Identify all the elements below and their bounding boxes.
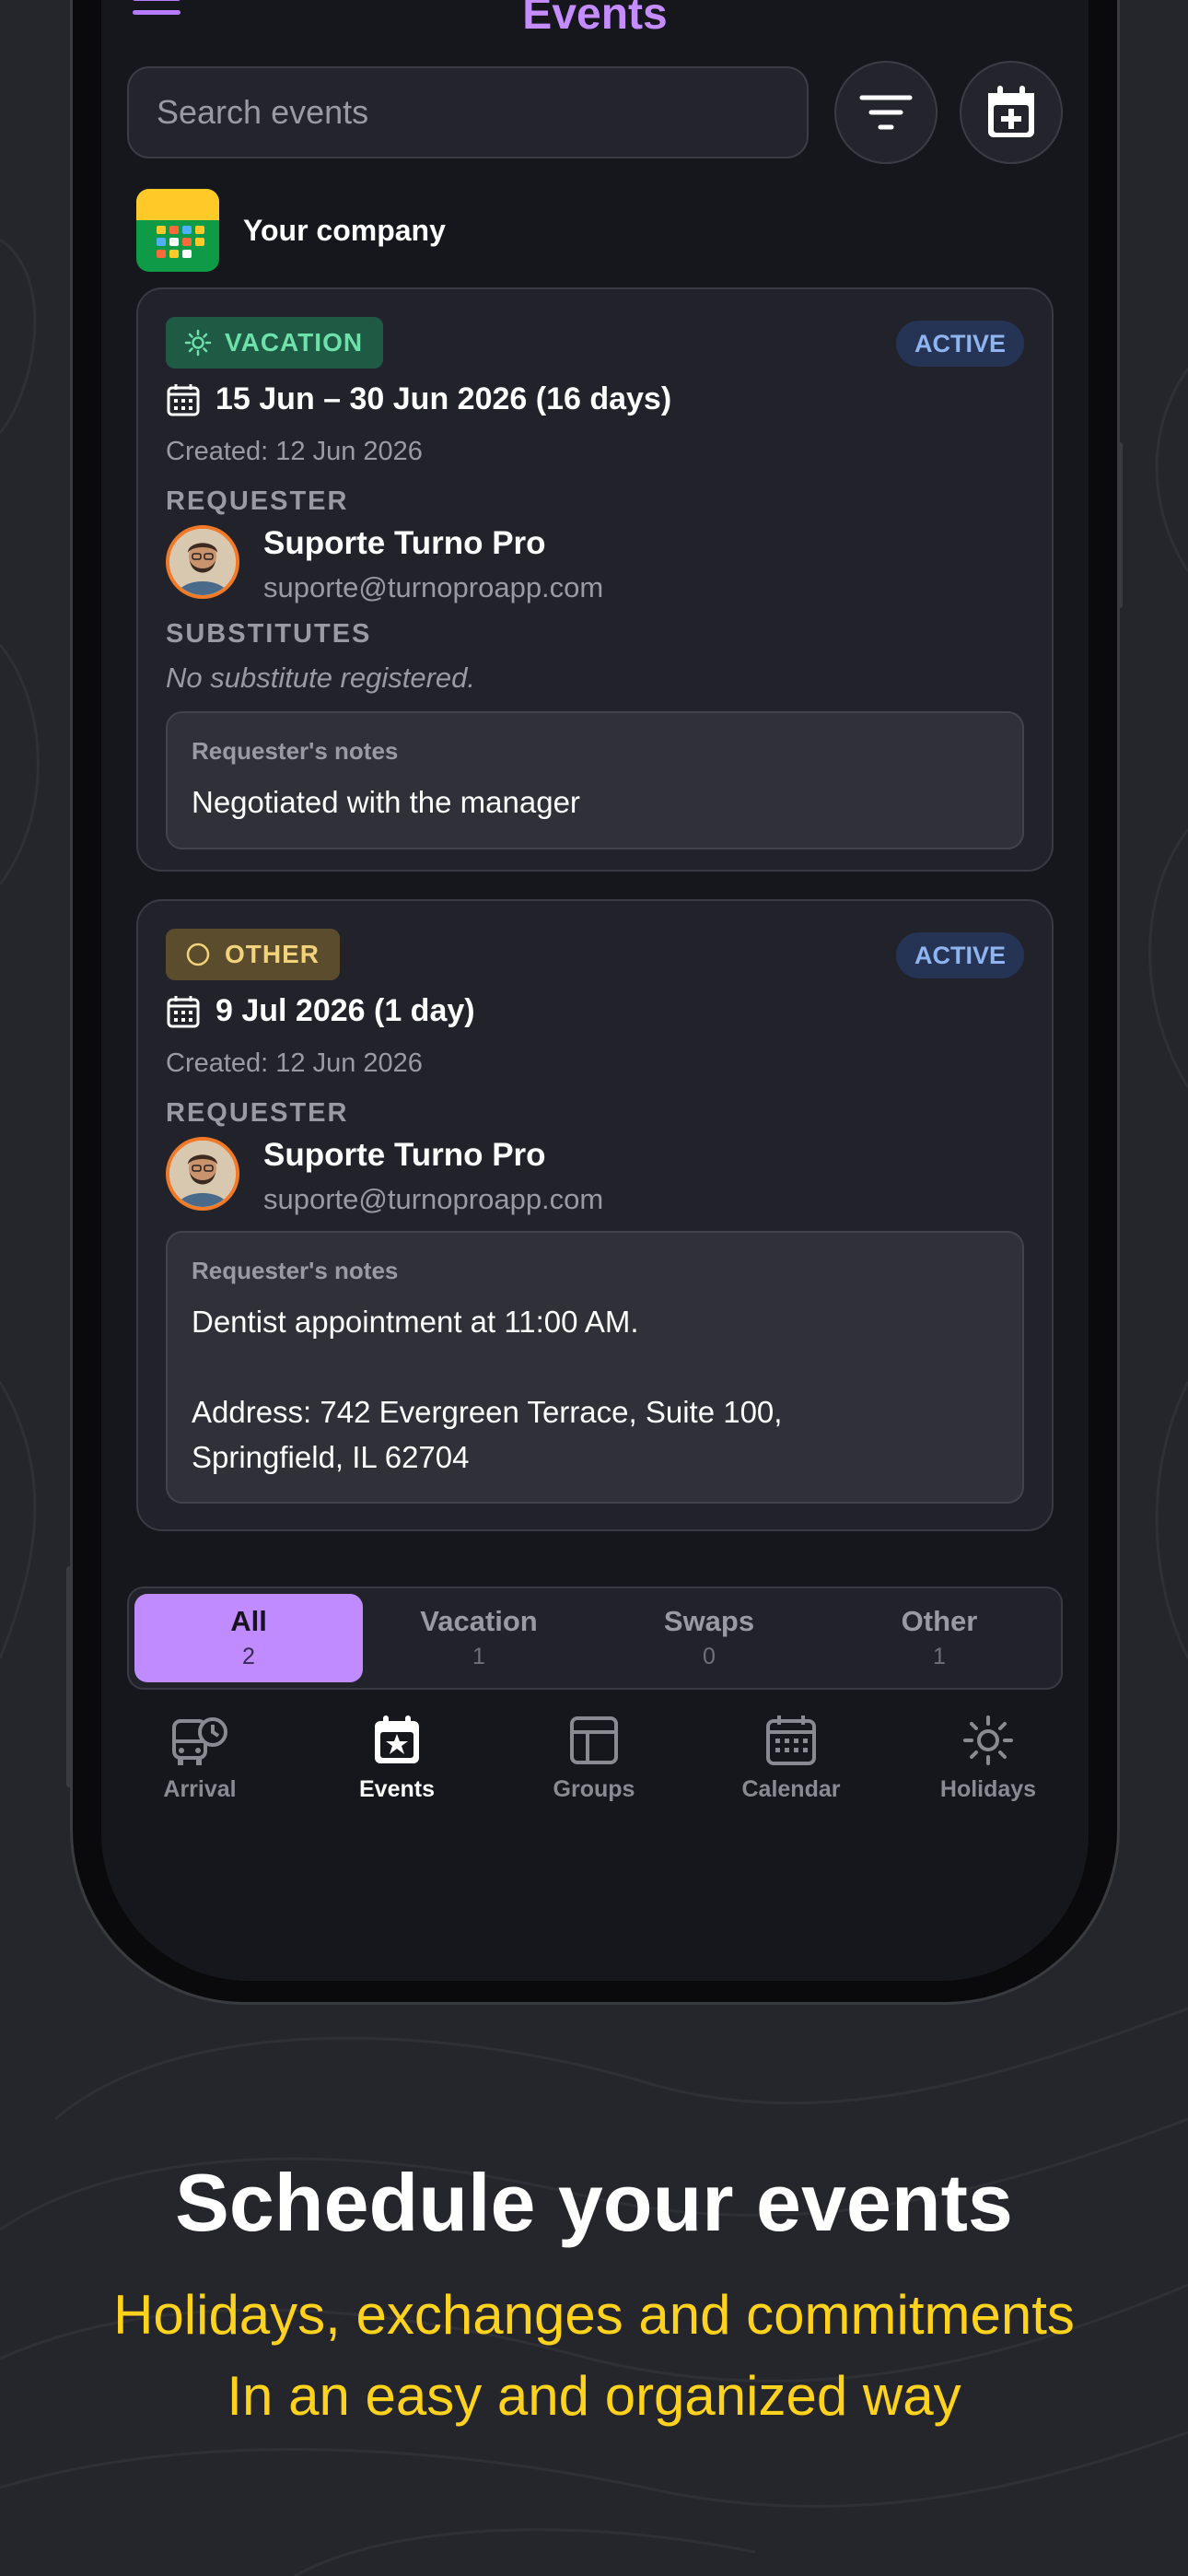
bus-clock-icon [172, 1717, 227, 1765]
promo-subtitle-line2: In an easy and organized way [227, 2365, 961, 2427]
search-input[interactable]: Search events [127, 66, 809, 158]
event-dates-text: 15 Jun – 30 Jun 2026 (16 days) [215, 381, 672, 416]
page-title: Events [522, 0, 668, 39]
filter-count: 2 [242, 1644, 255, 1669]
tab-label: Holidays [939, 1776, 1037, 1802]
calendar-icon [766, 1715, 816, 1765]
calendar-icon [167, 995, 200, 1027]
filter-label: Swaps [663, 1605, 755, 1637]
calendar-icon [167, 383, 200, 416]
created-date: Created: 12 Jun 2026 [166, 437, 423, 466]
tab-label: Groups [553, 1776, 635, 1802]
status-badge: ACTIVE [895, 321, 1024, 367]
avatar [166, 525, 239, 599]
notes-label: Requester's notes [192, 1257, 399, 1284]
promo-headline: Schedule your events [175, 2157, 1013, 2248]
phone-side-button [66, 1566, 72, 1787]
event-card[interactable]: OTHER ACTIVE 9 Jul 2026 (1 day) Created:… [136, 899, 1054, 1531]
requester-label: REQUESTER [166, 1098, 349, 1128]
event-type-filter: All 2 Vacation 1 Swaps 0 Other 1 [127, 1587, 1063, 1690]
event-dates: 9 Jul 2026 (1 day) [166, 993, 475, 1029]
event-type-tag: VACATION [166, 317, 384, 369]
tab-label: Calendar [741, 1776, 841, 1802]
filter-vacation[interactable]: Vacation 1 [365, 1594, 593, 1682]
filter-label: Vacation [420, 1605, 538, 1637]
tab-groups[interactable]: Groups [495, 1714, 693, 1803]
event-dates: 15 Jun – 30 Jun 2026 (16 days) [166, 381, 671, 417]
created-date: Created: 12 Jun 2026 [166, 1048, 423, 1078]
status-badge: ACTIVE [895, 932, 1024, 978]
filter-all[interactable]: All 2 [134, 1594, 363, 1682]
company-logo [136, 189, 219, 272]
notes-label: Requester's notes [192, 737, 399, 765]
add-event-button[interactable] [960, 61, 1063, 164]
tab-events[interactable]: Events [298, 1714, 495, 1803]
requester-name: Suporte Turno Pro [263, 525, 546, 561]
filter-count: 0 [703, 1644, 716, 1669]
requester-email: suporte@turnoproapp.com [263, 571, 604, 603]
event-type-label: VACATION [225, 328, 364, 357]
filter-icon [859, 95, 913, 130]
event-type-tag: OTHER [166, 929, 340, 980]
app-screen: Events Search events Your company VACATI… [101, 0, 1089, 1981]
promo-subtitle-line1: Holidays, exchanges and commitments [113, 2284, 1075, 2346]
requester-notes: Requester's notes Dentist appointment at… [166, 1231, 1024, 1504]
event-dates-text: 9 Jul 2026 (1 day) [215, 993, 475, 1028]
filter-count: 1 [933, 1644, 946, 1669]
calendar-star-icon [375, 1715, 419, 1763]
substitutes-empty-text: No substitute registered. [166, 662, 476, 694]
filter-label: All [230, 1605, 267, 1637]
filter-label: Other [901, 1605, 978, 1637]
phone-side-button [1117, 442, 1123, 608]
tab-label: Arrival [163, 1776, 237, 1802]
sun-icon [963, 1715, 1013, 1765]
requester-email: suporte@turnoproapp.com [263, 1183, 604, 1215]
requester-label: REQUESTER [166, 486, 349, 516]
filter-other[interactable]: Other 1 [825, 1594, 1054, 1682]
notes-text: Negotiated with the manager [192, 785, 580, 819]
tab-label: Events [359, 1776, 435, 1802]
company-row[interactable]: Your company [136, 189, 446, 272]
grid-icon [570, 1716, 618, 1764]
filter-count: 1 [472, 1644, 485, 1669]
substitutes-label: SUBSTITUTES [166, 619, 372, 649]
circle-icon [186, 943, 210, 966]
company-name: Your company [243, 213, 446, 247]
sun-icon [184, 329, 212, 357]
tab-holidays[interactable]: Holidays [890, 1714, 1087, 1803]
avatar [166, 1137, 239, 1211]
tab-arrival[interactable]: Arrival [101, 1714, 298, 1803]
filter-button[interactable] [834, 61, 938, 164]
requester-name: Suporte Turno Pro [263, 1137, 546, 1173]
notes-text: Dentist appointment at 11:00 AM. Address… [192, 1305, 783, 1474]
requester-notes: Requester's notes Negotiated with the ma… [166, 711, 1024, 849]
tab-calendar[interactable]: Calendar [693, 1714, 890, 1803]
calendar-add-icon [988, 86, 1034, 137]
event-card[interactable]: VACATION ACTIVE 15 Jun – 30 Jun 2026 (16… [136, 287, 1054, 872]
event-type-label: OTHER [225, 940, 320, 968]
bottom-tab-bar: Arrival Events Groups Calendar Holidays [101, 1714, 1089, 1824]
filter-swaps[interactable]: Swaps 0 [595, 1594, 823, 1682]
